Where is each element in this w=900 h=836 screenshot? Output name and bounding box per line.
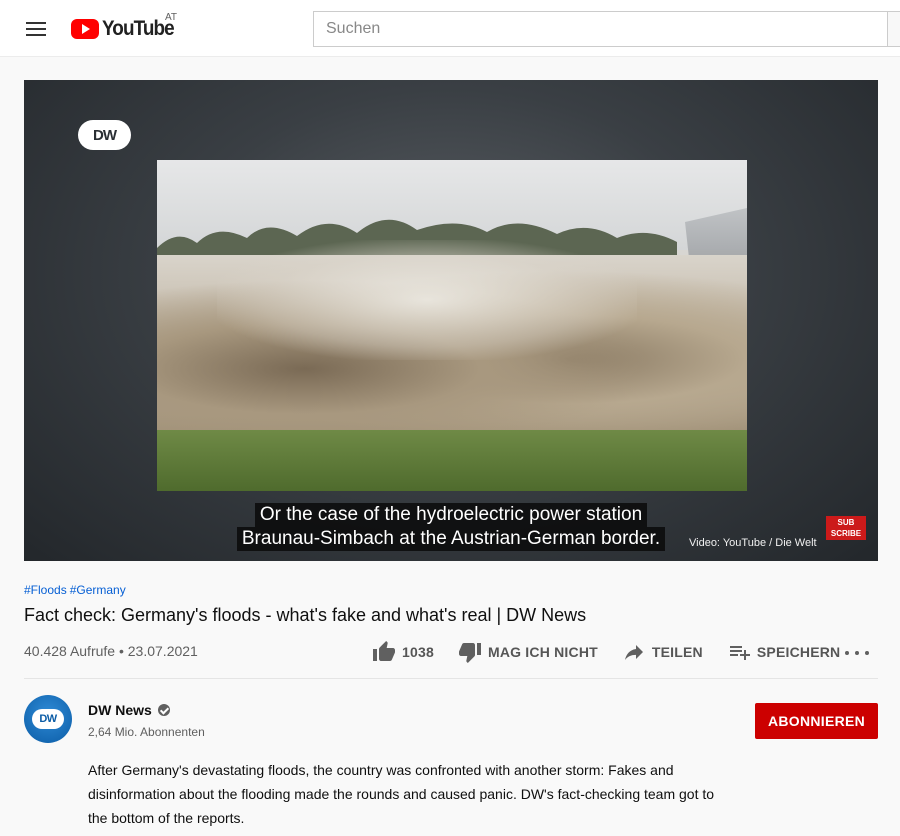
channel-name-link[interactable]: DW News: [88, 702, 170, 718]
thumbs-down-icon: [458, 643, 481, 663]
action-bar: 1038 MAG ICH NICHT TEILEN SPEICHERN: [372, 638, 864, 666]
share-icon: [624, 645, 643, 660]
hashtag-floods[interactable]: #Floods: [24, 583, 67, 597]
share-label: TEILEN: [651, 644, 703, 660]
playlist-add-icon: [729, 646, 750, 660]
thumbs-up-icon: [373, 641, 395, 661]
subtitle-line-1: Or the case of the hydroelectric power s…: [254, 503, 648, 527]
subscribe-badge: SUB SCRIBE: [826, 516, 866, 540]
share-button[interactable]: TEILEN: [622, 640, 703, 664]
video-player[interactable]: DW Or the case of the hydroelectric powe…: [24, 80, 878, 561]
save-label: SPEICHERN: [756, 644, 841, 660]
channel-name: DW News: [88, 702, 152, 718]
hashtags: #Floods #Germany: [24, 583, 129, 597]
dw-watermark-logo: DW: [78, 120, 131, 150]
search-button[interactable]: [887, 11, 900, 47]
like-button[interactable]: 1038: [372, 640, 434, 664]
scene-spray: [217, 240, 637, 360]
country-code: AT: [165, 12, 178, 23]
menu-icon[interactable]: [26, 22, 46, 36]
avatar-text: DW: [32, 709, 64, 729]
video-title: Fact check: Germany's floods - what's fa…: [24, 605, 587, 625]
video-meta: 40.428 Aufrufe • 23.07.2021: [24, 643, 198, 659]
upload-date: 23.07.2021: [127, 643, 198, 659]
dislike-label: MAG ICH NICHT: [487, 644, 598, 660]
subscribe-badge-line-1: SUB: [837, 518, 855, 527]
save-button[interactable]: SPEICHERN: [727, 640, 840, 664]
dislike-button[interactable]: MAG ICH NICHT: [458, 640, 598, 664]
logo-text: YouTube: [102, 17, 175, 40]
hashtag-germany[interactable]: #Germany: [70, 583, 126, 597]
like-count: 1038: [402, 644, 434, 660]
divider: [24, 678, 878, 679]
subscribe-badge-line-2: SCRIBE: [830, 529, 862, 538]
scene-grass: [157, 430, 747, 491]
subscriber-count: 2,64 Mio. Abonnenten: [88, 725, 205, 739]
subscribe-button[interactable]: ABONNIEREN: [755, 703, 878, 739]
search-box: [313, 11, 900, 47]
masthead: YouTube AT: [0, 0, 900, 57]
view-count: 40.428 Aufrufe: [24, 643, 116, 659]
verified-icon: [157, 704, 170, 716]
video-credit: Video: YouTube / Die Welt: [689, 537, 817, 549]
search-input[interactable]: [314, 12, 900, 46]
video-description: After Germany's devastating floods, the …: [88, 762, 715, 826]
more-actions-icon[interactable]: [845, 645, 869, 661]
play-logo-icon: [71, 19, 99, 39]
subtitle-line-2: Braunau-Simbach at the Austrian-German b…: [236, 527, 666, 551]
video-frame: [157, 160, 747, 491]
channel-avatar[interactable]: DW: [24, 695, 72, 743]
